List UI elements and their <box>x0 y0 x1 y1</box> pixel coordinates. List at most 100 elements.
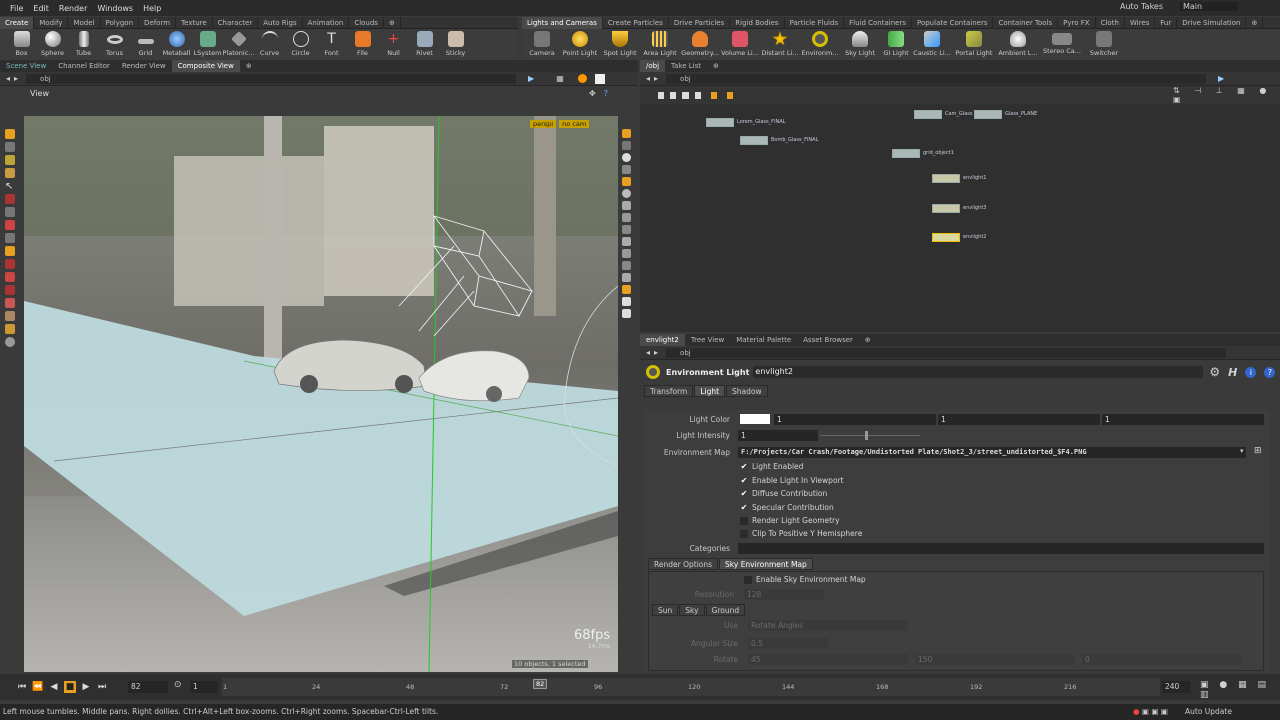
specular-contribution-checkbox[interactable]: ✔ Specular Contribution <box>740 503 834 512</box>
timeline-bar[interactable]: 1 24 48 72 82 96 120 144 168 192 216 <box>222 678 1160 696</box>
menu-edit[interactable]: Edit <box>33 4 49 13</box>
tool-ambient-light[interactable]: Ambient L... <box>996 31 1040 57</box>
select-tool-icon[interactable] <box>5 129 15 139</box>
tool-distant-light[interactable]: Distant Li... <box>760 31 800 57</box>
menu-windows[interactable]: Windows <box>97 4 133 13</box>
desktop-selector[interactable]: Main <box>1180 2 1238 11</box>
shelf-tab-drive-simulation[interactable]: Drive Simulation <box>1177 16 1247 29</box>
tree-mode-icon[interactable] <box>694 91 701 99</box>
light-intensity-slider[interactable] <box>820 435 920 436</box>
end-frame-field[interactable]: 240 <box>1162 681 1190 693</box>
file-chooser-icon[interactable]: ⊞ <box>1254 446 1262 456</box>
tab-sky-environment-map[interactable]: Sky Environment Map <box>719 558 813 570</box>
magnet-tool-icon[interactable] <box>5 259 15 269</box>
tool-torus[interactable]: Torus <box>99 31 130 57</box>
node-lorem-glass[interactable]: Lorem_Glass_FINAL <box>706 118 785 127</box>
tab-sun[interactable]: Sun <box>652 604 679 616</box>
shelf-tab-container-tools[interactable]: Container Tools <box>993 16 1059 29</box>
back-arrow-icon[interactable]: ◂ <box>6 74 10 83</box>
step-back-key-icon[interactable]: ⏪ <box>32 681 44 693</box>
camera-lock-icon[interactable] <box>622 249 631 258</box>
tab-render-view[interactable]: Render View <box>116 60 172 72</box>
transform-tool-icon[interactable] <box>5 142 15 152</box>
shelf-tab-fur[interactable]: Fur <box>1155 16 1178 29</box>
tool-area-light[interactable]: Area Light <box>640 31 680 57</box>
dropdown-arrow-icon[interactable]: ▾ <box>1240 447 1244 455</box>
help-icon[interactable]: ? <box>1264 366 1276 378</box>
tool-environment-light[interactable]: Environm... <box>800 31 840 57</box>
wireframe-icon[interactable] <box>622 165 631 174</box>
play-icon[interactable]: ▶ <box>80 681 92 693</box>
layout-icon[interactable] <box>710 91 717 99</box>
shelf-tab-drive-particles[interactable]: Drive Particles <box>669 16 731 29</box>
ghost-icon[interactable] <box>622 177 631 186</box>
handle-tool-icon[interactable] <box>5 194 15 204</box>
tab-shadow[interactable]: Shadow <box>726 385 768 397</box>
display-options-icon[interactable] <box>622 129 631 138</box>
view-tool-icon[interactable] <box>5 233 15 243</box>
reverse-play-icon[interactable]: ◀ <box>48 681 60 693</box>
light-color-b[interactable]: 1 <box>1102 414 1264 425</box>
add-tab-icon[interactable]: ⊕ <box>707 60 725 72</box>
light-color-g[interactable]: 1 <box>938 414 1100 425</box>
grid-snap-icon[interactable] <box>5 272 15 282</box>
pin-icon[interactable]: ▶ <box>1218 74 1224 83</box>
houdini-icon[interactable]: H <box>1228 366 1237 379</box>
tool-stereo-camera[interactable]: Stereo Ca... <box>1040 31 1084 55</box>
angular-size-field[interactable]: 0.5 <box>748 638 828 649</box>
light-color-swatch[interactable] <box>740 414 770 424</box>
add-tab-icon[interactable]: ⊕ <box>240 60 258 72</box>
timeline-options-icons[interactable]: ▣ ● ▦ ▤ ▥ <box>1200 680 1280 700</box>
light-enabled-checkbox[interactable]: ✔ Light Enabled <box>740 462 804 471</box>
start-frame-field[interactable]: 1 <box>190 681 218 693</box>
tool-platonic[interactable]: Platonic... <box>223 31 254 57</box>
shelf-tab-fluid-containers[interactable]: Fluid Containers <box>844 16 912 29</box>
rotate-z-field[interactable]: 0 <box>1082 654 1242 665</box>
status-icons[interactable]: ● ▣ ▣ ▣ <box>1133 704 1168 720</box>
tab-asset-browser[interactable]: Asset Browser <box>797 334 859 346</box>
node-envlight2-selected[interactable]: envlight2 <box>932 233 986 242</box>
light-color-r[interactable]: 1 <box>774 414 936 425</box>
tool-box[interactable]: Box <box>6 31 37 57</box>
clip-positive-y-checkbox[interactable]: Clip To Positive Y Hemisphere <box>740 529 862 538</box>
info-icon[interactable]: i <box>1245 366 1257 378</box>
tool-spot-light[interactable]: Spot Light <box>600 31 640 57</box>
tool-point-light[interactable]: Point Light <box>560 31 600 57</box>
point-snap-icon[interactable] <box>5 285 15 295</box>
tool-lsystem[interactable]: LSystem <box>192 31 223 57</box>
lighting-icon[interactable] <box>622 153 631 162</box>
camera-menu[interactable]: no cam <box>559 120 590 128</box>
tab-tree-view[interactable]: Tree View <box>685 334 730 346</box>
background-icon[interactable] <box>622 189 631 198</box>
network-path-field[interactable]: obj <box>666 73 1207 84</box>
parameter-path-field[interactable]: obj <box>666 347 1227 358</box>
add-shelf-icon[interactable]: ⊕ <box>1246 16 1264 29</box>
add-shelf-icon[interactable]: ⊕ <box>384 16 401 29</box>
shelf-tab-model[interactable]: Model <box>68 16 101 29</box>
tool-camera[interactable]: Camera <box>524 31 560 57</box>
shelf-tab-modify[interactable]: Modify <box>34 16 69 29</box>
orient-icon[interactable] <box>5 311 15 321</box>
tool-font[interactable]: T Font <box>316 31 347 57</box>
viewer-settings-icon[interactable]: ✥ <box>589 89 596 98</box>
tool-metaball[interactable]: Metaball <box>161 31 192 57</box>
categories-field[interactable] <box>738 543 1264 554</box>
node-grid-object[interactable]: grid_object1 <box>892 149 954 158</box>
shelf-tab-cloth[interactable]: Cloth <box>1096 16 1125 29</box>
shelf-tab-wires[interactable]: Wires <box>1125 16 1156 29</box>
capture-icon[interactable] <box>622 309 631 318</box>
stop-icon[interactable]: ■ <box>64 681 76 693</box>
brush-tool-icon[interactable] <box>5 220 15 230</box>
menu-file[interactable]: File <box>10 4 23 13</box>
pin-icon[interactable]: ▶ <box>528 74 534 83</box>
add-tab-icon[interactable]: ⊕ <box>859 334 877 346</box>
tool-sphere[interactable]: Sphere <box>37 31 68 57</box>
3d-viewport[interactable]: perspi no cam 68fps 14.7ms 10 objects, 1… <box>24 116 618 672</box>
perspective-menu[interactable]: perspi <box>530 120 557 128</box>
back-arrow-icon[interactable]: ◂ <box>646 348 650 357</box>
scale-tool-icon[interactable] <box>5 168 15 178</box>
tool-curve[interactable]: Curve <box>254 31 285 57</box>
shading-icon[interactable] <box>622 141 631 150</box>
camera-view-icon[interactable] <box>5 337 15 347</box>
shelf-tab-clouds[interactable]: Clouds <box>349 16 384 29</box>
